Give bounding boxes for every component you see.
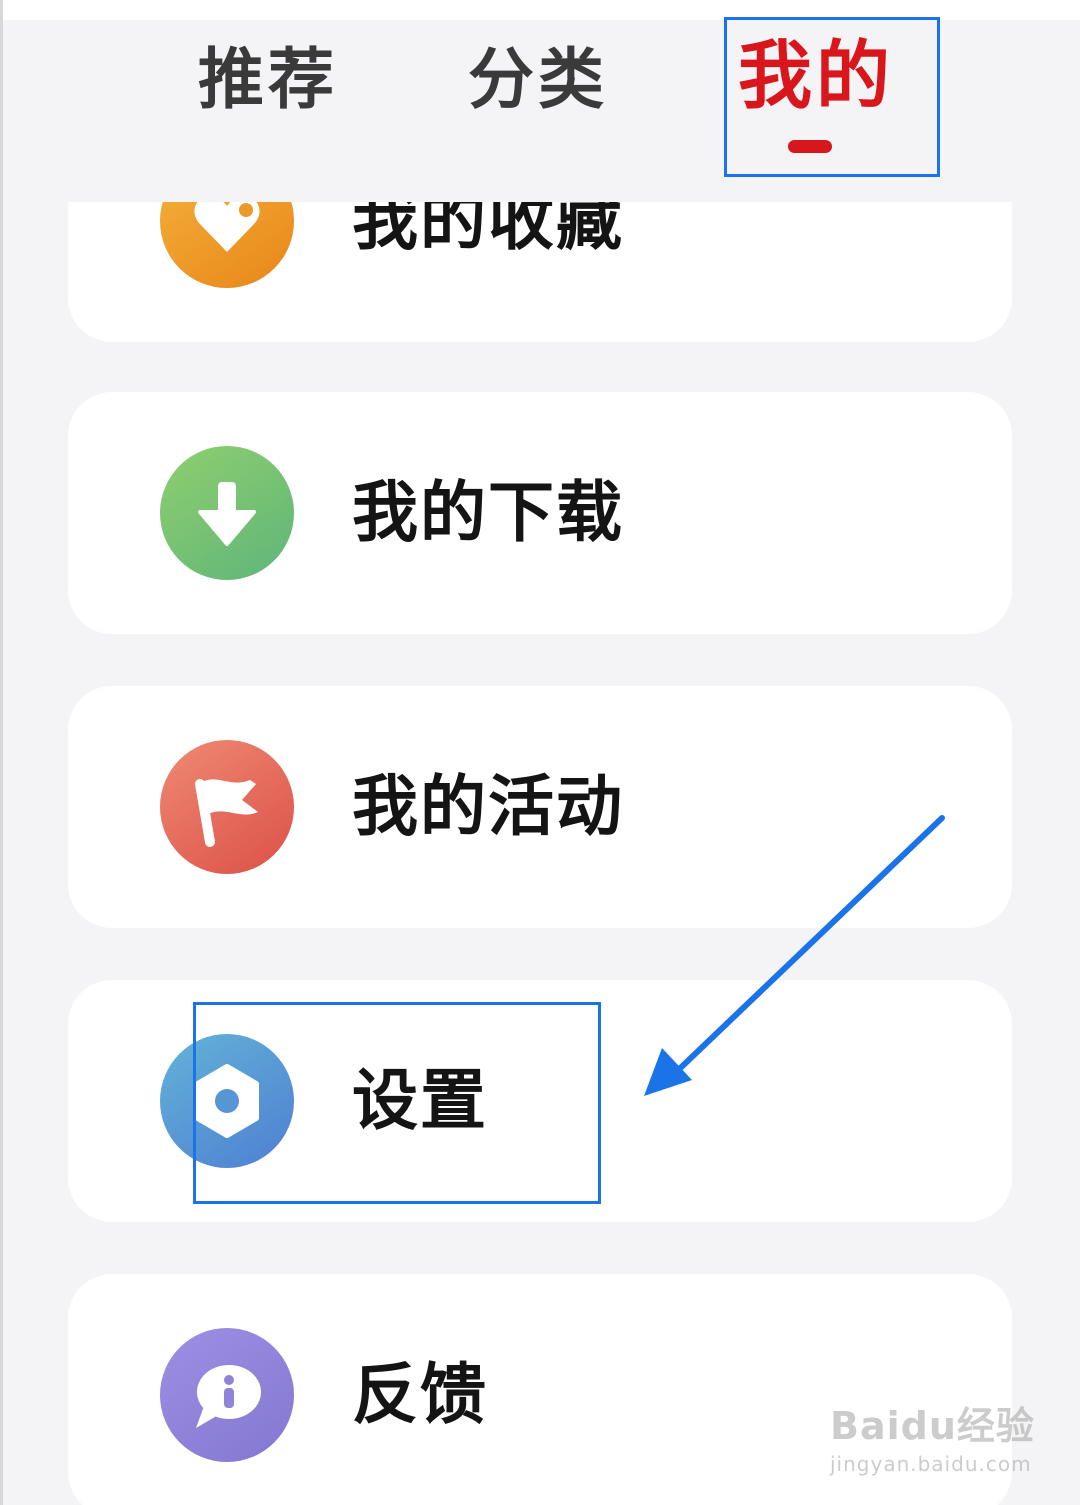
annotation-arrow (644, 815, 945, 1096)
watermark: Baidu经验 jingyan.baidu.com (830, 1395, 1035, 1476)
watermark-logo: Baidu经验 (830, 1404, 1035, 1448)
watermark-url: jingyan.baidu.com (830, 1452, 1032, 1476)
